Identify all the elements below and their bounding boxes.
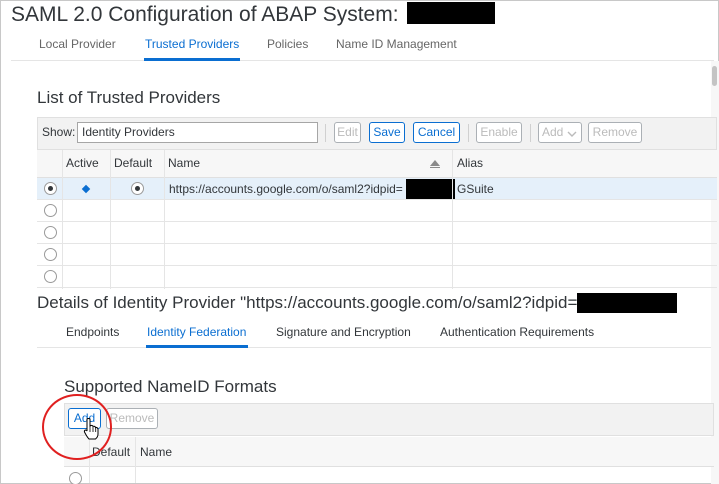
- active-subtab-indicator: [146, 345, 248, 348]
- tab-policies[interactable]: Policies: [267, 37, 308, 51]
- column-divider: [89, 467, 90, 483]
- nameid-toolbar: Add Remove: [64, 403, 714, 436]
- show-label: Show:: [42, 125, 76, 139]
- toolbar-separator: [325, 124, 326, 142]
- nameid-table-header: Default Name: [64, 437, 714, 467]
- column-header-name[interactable]: Name: [140, 445, 172, 459]
- row-selector-radio[interactable]: [44, 204, 57, 217]
- table-row[interactable]: [37, 266, 717, 288]
- table-row[interactable]: [37, 200, 717, 222]
- column-header-name[interactable]: Name: [168, 156, 200, 170]
- table-header: Active Default Name Alias: [37, 150, 717, 178]
- scrollbar-thumb[interactable]: [712, 66, 717, 86]
- active-tab-indicator: [144, 58, 240, 61]
- cancel-button[interactable]: Cancel: [413, 122, 460, 143]
- save-button[interactable]: Save: [369, 122, 405, 143]
- column-divider: [110, 150, 111, 289]
- tab-endpoints[interactable]: Endpoints: [66, 325, 119, 339]
- provider-name-cell: https://accounts.google.com/o/saml2?idpi…: [169, 182, 403, 196]
- toolbar-separator: [468, 124, 469, 142]
- edit-button[interactable]: Edit: [334, 122, 361, 143]
- add-label: Add: [542, 125, 564, 139]
- table-row[interactable]: [37, 244, 717, 266]
- column-divider: [135, 437, 136, 467]
- chevron-down-icon: [567, 131, 577, 137]
- remove-button[interactable]: Remove: [588, 122, 642, 143]
- redacted-idpid: [406, 179, 455, 199]
- column-header-active[interactable]: Active: [66, 156, 99, 170]
- column-divider: [135, 467, 136, 483]
- column-divider: [452, 150, 453, 289]
- providers-toolbar: Show: Identity Providers Edit Save Cance…: [37, 117, 717, 150]
- row-selector-radio[interactable]: [44, 226, 57, 239]
- tab-identity-federation[interactable]: Identity Federation: [147, 325, 246, 339]
- row-selector-radio[interactable]: [44, 182, 57, 195]
- tab-authentication-requirements[interactable]: Authentication Requirements: [440, 325, 594, 339]
- trusted-providers-heading: List of Trusted Providers: [37, 88, 221, 107]
- column-divider: [62, 150, 63, 289]
- redacted-idpid: [577, 292, 678, 313]
- main-tabs: Local Provider Trusted Providers Policie…: [11, 31, 714, 61]
- sort-ascending-icon: [430, 160, 440, 168]
- details-tabs: Endpoints Identity Federation Signature …: [37, 318, 711, 348]
- column-header-default[interactable]: Default: [114, 156, 152, 170]
- page-title: SAML 2.0 Configuration of ABAP System:: [11, 2, 495, 27]
- row-selector-radio[interactable]: [69, 472, 82, 484]
- highlight-circle: [42, 394, 112, 460]
- column-header-alias[interactable]: Alias: [457, 156, 483, 170]
- hand-cursor-icon: [83, 418, 99, 440]
- remove-nameid-button[interactable]: Remove: [106, 408, 158, 429]
- tab-local-provider[interactable]: Local Provider: [39, 37, 116, 51]
- show-filter-input[interactable]: Identity Providers: [77, 122, 318, 143]
- table-row[interactable]: [37, 222, 717, 244]
- active-indicator-icon: [81, 184, 91, 194]
- nameid-formats-heading: Supported NameID Formats: [64, 377, 277, 396]
- row-selector-radio[interactable]: [44, 270, 57, 283]
- redacted-system-name: [406, 2, 495, 25]
- provider-alias-cell: GSuite: [457, 182, 494, 196]
- enable-button[interactable]: Enable: [476, 122, 522, 143]
- toolbar-separator: [530, 124, 531, 142]
- default-radio[interactable]: [131, 182, 144, 195]
- row-selector-radio[interactable]: [44, 248, 57, 261]
- trusted-providers-table: Active Default Name Alias https://accoun…: [37, 150, 717, 289]
- add-dropdown-button[interactable]: Add: [538, 122, 582, 143]
- tab-name-id-management[interactable]: Name ID Management: [336, 37, 457, 51]
- details-heading: Details of Identity Provider "https://ac…: [37, 292, 678, 314]
- table-row[interactable]: https://accounts.google.com/o/saml2?idpi…: [37, 178, 717, 200]
- column-divider: [164, 150, 165, 289]
- tab-signature-encryption[interactable]: Signature and Encryption: [276, 325, 411, 339]
- tab-trusted-providers[interactable]: Trusted Providers: [145, 37, 239, 51]
